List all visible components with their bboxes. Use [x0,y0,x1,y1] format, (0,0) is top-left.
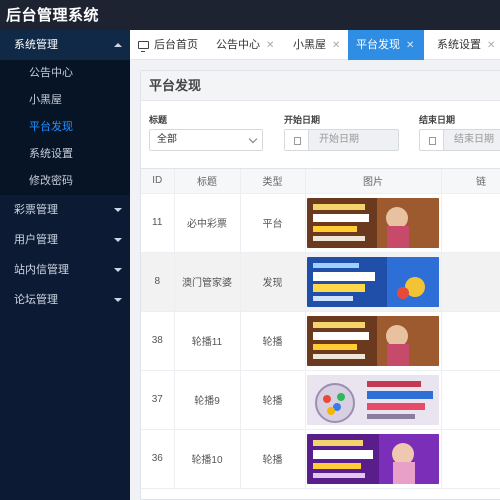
page-title: 平台发现 [141,71,500,101]
sidebar-group-lottery[interactable]: 彩票管理 [0,195,130,225]
cell-id: 37 [141,370,175,430]
title-filter-label: 标题 [149,115,168,125]
table-row[interactable]: 37 轮播9 轮播 [141,370,500,430]
end-date-input[interactable]: 结束日期 [419,129,500,151]
cell-type: 轮播 [240,311,306,371]
calendar-icon [285,130,309,150]
tab-announcements[interactable]: 公告中心 ✕ [208,30,278,60]
sidebar-group-forum[interactable]: 论坛管理 [0,285,130,315]
banner-thumbnail[interactable] [307,256,439,307]
calendar-icon [420,130,444,150]
tab-bar: 后台首页 公告中心 ✕ 小黑屋 ✕ 平台发现 ✕ 系统设置 ✕ [130,30,500,60]
cell-image [305,311,442,371]
sidebar-group-label: 站内信管理 [14,264,69,276]
column-header-image[interactable]: 图片 [305,169,442,194]
chevron-down-icon [114,208,122,212]
cell-type: 轮播 [240,429,306,489]
cell-title: 轮播10 [174,429,241,489]
close-icon[interactable]: ✕ [487,40,495,51]
sidebar-item-blacklist[interactable]: 小黑屋 [0,87,130,114]
end-date-label: 结束日期 [419,115,456,125]
select-value: 全部 [157,134,177,145]
banner-thumbnail[interactable] [307,433,439,484]
close-icon[interactable]: ✕ [332,40,340,51]
cell-link [441,193,500,253]
cell-id: 8 [141,252,175,312]
cell-link [441,252,500,312]
tab-label: 后台首页 [154,39,198,51]
close-icon[interactable]: ✕ [406,40,414,51]
title-filter-select[interactable]: 全部 [149,129,263,151]
table-row[interactable]: 38 轮播11 轮播 [141,311,500,371]
table-row[interactable]: 8 澳门管家婆 发现 [141,252,500,312]
sidebar-item-platform-discovery[interactable]: 平台发现 [0,114,130,141]
cell-image [305,193,442,253]
cell-link [441,370,500,430]
banner-thumbnail[interactable] [307,374,439,425]
system-submenu: 公告中心 小黑屋 平台发现 系统设置 修改密码 [0,60,130,195]
chevron-down-icon [114,238,122,242]
tab-label: 平台发现 [356,39,400,51]
cell-type: 平台 [240,193,306,253]
tab-label: 公告中心 [216,39,260,51]
column-header-id[interactable]: ID [141,169,175,194]
monitor-icon [138,41,149,52]
cell-id: 38 [141,311,175,371]
banner-thumbnail[interactable] [307,197,439,248]
cell-link [441,311,500,371]
cell-link [441,429,500,489]
table-header-row: ID 标题 类型 图片 链 [141,169,500,194]
chevron-down-icon [114,298,122,302]
sidebar-group-label: 用户管理 [14,234,58,246]
sidebar-item-announcements[interactable]: 公告中心 [0,60,130,87]
sidebar: 系统管理 公告中心 小黑屋 平台发现 系统设置 修改密码 彩票管理 用户管理 站… [0,30,130,500]
cell-title: 澳门管家婆 [174,252,241,312]
start-date-label: 开始日期 [284,115,321,125]
sidebar-group-messages[interactable]: 站内信管理 [0,255,130,285]
end-date-placeholder: 结束日期 [454,134,494,145]
sidebar-group-label: 论坛管理 [14,294,58,306]
cell-id: 36 [141,429,175,489]
table-row[interactable]: 11 必中彩票 平台 [141,193,500,253]
start-date-placeholder: 开始日期 [319,134,359,145]
cell-title: 轮播11 [174,311,241,371]
sidebar-group-label: 系统管理 [14,39,58,51]
chevron-down-icon [114,268,122,272]
tab-label: 小黑屋 [293,39,326,51]
app-title: 后台管理系统 [6,7,100,24]
tab-platform-discovery[interactable]: 平台发现 ✕ [348,30,424,60]
cell-image [305,370,442,430]
cell-type: 轮播 [240,370,306,430]
cell-image [305,429,442,489]
sidebar-group-system[interactable]: 系统管理 [0,30,130,60]
top-bar: 后台管理系统 [0,0,500,30]
tab-system-settings[interactable]: 系统设置 ✕ [429,30,500,60]
sidebar-item-system-settings[interactable]: 系统设置 [0,141,130,168]
table-row[interactable]: 36 轮播10 轮播 [141,429,500,489]
close-icon[interactable]: ✕ [266,40,274,51]
cell-image [305,252,442,312]
column-header-type[interactable]: 类型 [240,169,306,194]
cell-title: 必中彩票 [174,193,241,253]
start-date-input[interactable]: 开始日期 [284,129,399,151]
column-header-link[interactable]: 链 [441,169,500,194]
cell-type: 发现 [240,252,306,312]
tab-home[interactable]: 后台首页 [130,30,198,60]
tab-label: 系统设置 [437,39,481,51]
chevron-down-icon [248,134,258,144]
sidebar-group-label: 彩票管理 [14,204,58,216]
banner-thumbnail[interactable] [307,315,439,366]
cell-id: 11 [141,193,175,253]
chevron-up-icon [114,43,122,47]
column-header-title[interactable]: 标题 [174,169,241,194]
sidebar-item-change-password[interactable]: 修改密码 [0,168,130,195]
main-content: 平台发现 标题 全部 开始日期 开始日期 结束日期 结束日期 ID 标题 类型 … [130,60,500,500]
tab-blacklist[interactable]: 小黑屋 ✕ [285,30,347,60]
cell-title: 轮播9 [174,370,241,430]
sidebar-group-users[interactable]: 用户管理 [0,225,130,255]
discovery-table: ID 标题 类型 图片 链 11 必中彩票 平台 8 澳门管家婆 发现 38 轮… [140,168,500,500]
